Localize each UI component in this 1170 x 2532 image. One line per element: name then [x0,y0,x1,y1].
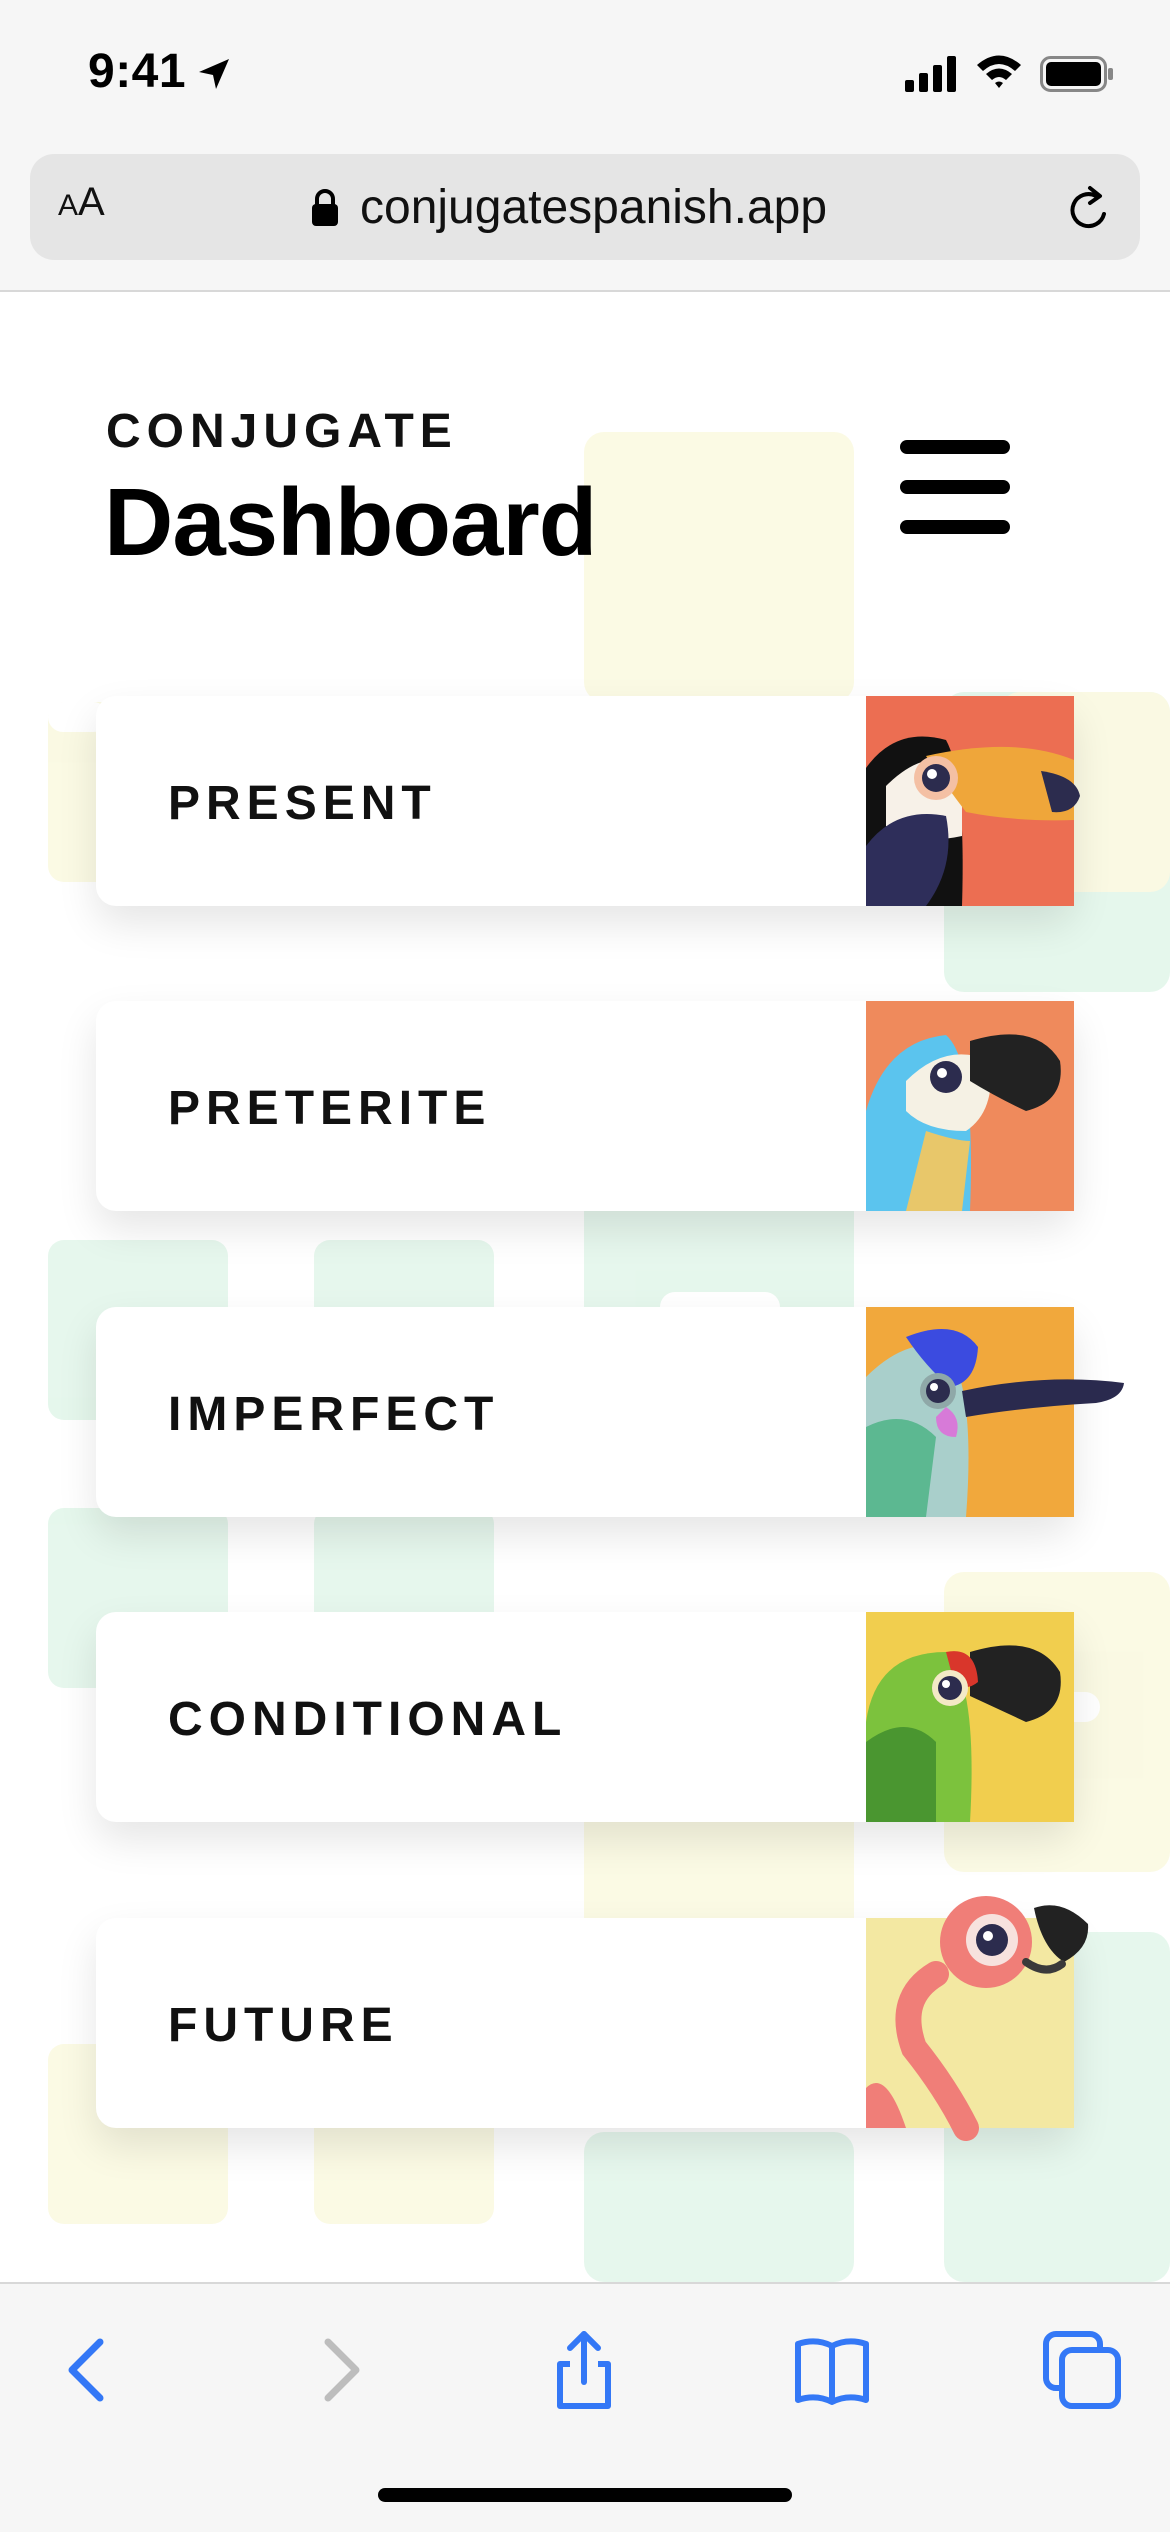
hamburger-menu-button[interactable] [900,440,1010,534]
parrot-illustration [866,1001,1074,1211]
share-icon[interactable] [544,2330,624,2410]
menu-line-bottom [900,520,1010,534]
reader-text-size-button[interactable]: AA [58,180,105,225]
tense-card-label: PRESENT [168,777,437,830]
lock-icon [312,189,338,226]
tense-card-conditional[interactable]: CONDITIONAL [96,1612,1074,1822]
brand-label: CONJUGATE [106,405,458,458]
aa-small-label: A [58,189,79,222]
tabs-icon[interactable] [1042,2330,1122,2410]
forward-icon[interactable] [300,2330,380,2410]
battery-icon [1040,56,1113,92]
address-bar[interactable]: AA conjugatespanish.app [30,154,1140,260]
url-text[interactable]: conjugatespanish.app [360,180,827,235]
browser-address-area: AA conjugatespanish.app [0,150,1170,292]
cellular-signal-icon [905,56,956,92]
green-parrot-illustration [866,1612,1074,1822]
tense-card-label: IMPERFECT [168,1388,500,1441]
menu-line-middle [900,480,1010,494]
tense-card-label: CONDITIONAL [168,1693,568,1746]
flamingo-illustration [866,1896,1089,2141]
tense-card-imperfect[interactable]: IMPERFECT [96,1307,1124,1517]
tense-card-label: PRETERITE [168,1082,492,1135]
menu-line-top [900,440,1010,454]
tense-card-label: FUTURE [168,1999,399,2052]
wifi-icon [977,55,1021,88]
tense-card-present[interactable]: PRESENT [96,696,1080,906]
home-indicator [378,2488,792,2502]
bookmarks-icon[interactable] [792,2330,872,2410]
reload-icon[interactable] [1066,184,1114,234]
toucan-illustration [866,696,1080,906]
screen: 9:41 AA conjugatespanish.app CONJUGATE D… [0,0,1170,2532]
tense-card-preterite[interactable]: PRETERITE [96,1001,1074,1211]
aa-large-label: A [78,180,105,224]
status-bar: 9:41 [0,0,1170,150]
hummingbird-illustration [866,1307,1124,1517]
status-time: 9:41 [88,45,187,98]
back-icon[interactable] [48,2330,128,2410]
location-arrow-icon [199,59,229,89]
page-title: Dashboard [104,469,597,576]
tense-card-future[interactable]: FUTURE [96,1896,1089,2141]
